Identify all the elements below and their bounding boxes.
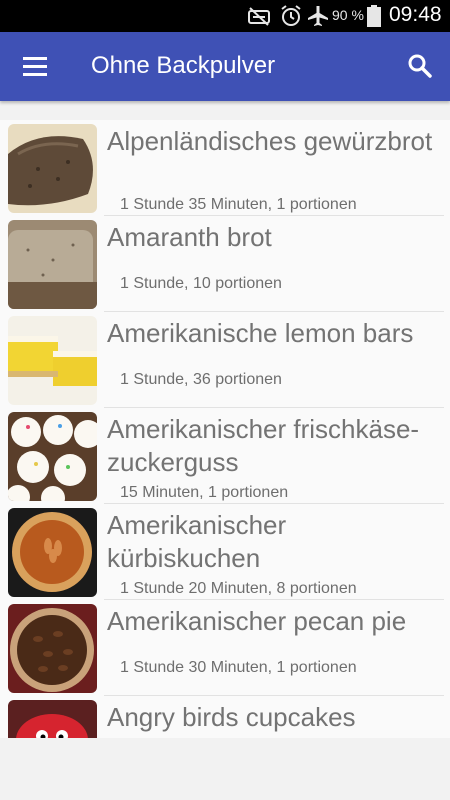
recipe-thumbnail [8, 700, 97, 738]
app-title: Ohne Backpulver [91, 52, 276, 79]
recipe-meta: 1 Stunde, 36 portionen [120, 371, 282, 388]
recipe-item[interactable]: Amerikanischer pecan pie 1 Stunde 30 Min… [0, 600, 450, 696]
recipe-thumbnail [8, 220, 97, 309]
recipe-title: Angry birds cupcakes [107, 702, 356, 732]
menu-button[interactable] [14, 44, 58, 88]
app-bar: Ohne Backpulver [0, 32, 450, 101]
menu-icon [23, 57, 47, 76]
recipe-meta: 15 Minuten, 1 portionen [120, 484, 289, 501]
recipe-item[interactable]: Amerikanischer frischkäse-zuckerguss 15 … [0, 408, 450, 504]
battery-percentage: 90 % [332, 7, 364, 23]
recipe-title: Amerikanischer pecan pie [107, 606, 407, 636]
search-icon [408, 54, 432, 78]
status-bar: 90 % 09:48 [0, 0, 450, 32]
recipe-list[interactable]: Alpenländisches gewürzbrot 1 Stunde 35 M… [0, 120, 450, 738]
recipe-title: Alpenländisches gewürzbrot [107, 126, 433, 156]
search-button[interactable] [398, 44, 442, 88]
recipe-item[interactable]: Amaranth brot 1 Stunde, 10 portionen [0, 216, 450, 312]
recipe-title: Amaranth brot [107, 222, 272, 252]
recipe-item[interactable]: Alpenländisches gewürzbrot 1 Stunde 35 M… [0, 120, 450, 216]
recipe-meta: 1 Stunde 35 Minuten, 1 portionen [120, 196, 357, 213]
recipe-item[interactable]: Amerikanische lemon bars 1 Stunde, 36 po… [0, 312, 450, 408]
bottom-area [0, 738, 450, 800]
battery-icon [367, 5, 381, 27]
recipe-meta: 1 Stunde, 10 portionen [120, 275, 282, 292]
recipe-thumbnail [8, 124, 97, 213]
recipe-meta: 1 Stunde 20 Minuten, 8 portionen [120, 580, 357, 597]
recipe-title: Amerikanischer frischkäse-zuckerguss [107, 414, 420, 477]
recipe-thumbnail [8, 316, 97, 405]
recipe-meta: 1 Stunde 30 Minuten, 1 portionen [120, 659, 357, 676]
recipe-thumbnail [8, 604, 97, 693]
recipe-title: Amerikanische lemon bars [107, 318, 414, 348]
recipe-item[interactable]: Amerikanischer kürbiskuchen 1 Stunde 20 … [0, 504, 450, 600]
airplane-mode-icon [308, 6, 328, 26]
recipe-thumbnail [8, 412, 97, 501]
recipe-item[interactable]: Angry birds cupcakes [0, 696, 450, 738]
recipe-title: Amerikanischer kürbiskuchen [107, 510, 287, 573]
alarm-icon [281, 5, 301, 26]
recipe-thumbnail [8, 508, 97, 597]
clock: 09:48 [389, 3, 442, 26]
mute-icon [248, 7, 270, 26]
